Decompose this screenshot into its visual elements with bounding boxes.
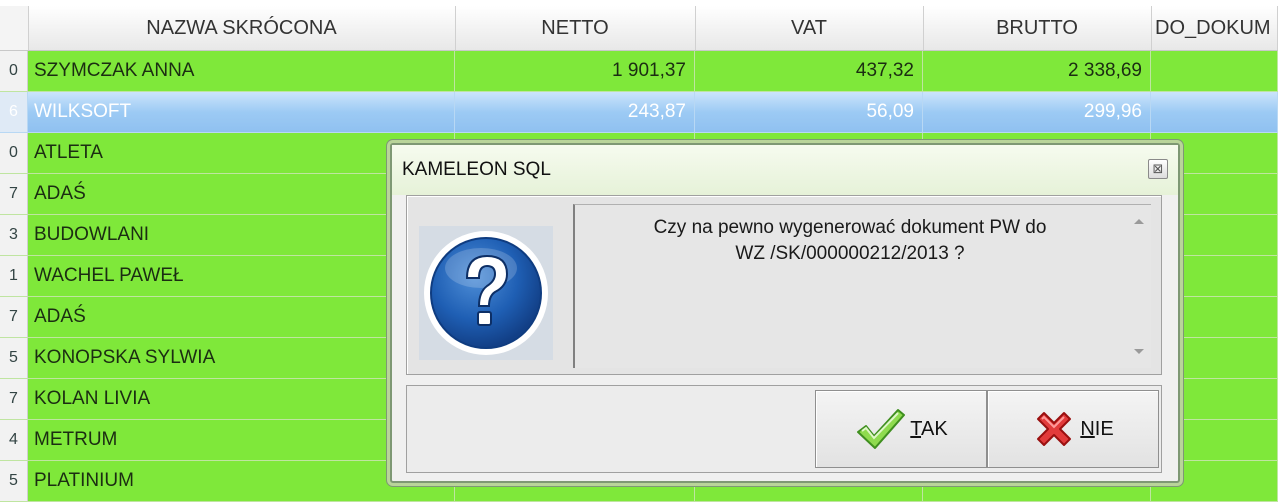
header-do-dokum[interactable]: DO_DOKUM	[1151, 6, 1278, 50]
no-button[interactable]: NIE	[987, 390, 1159, 468]
question-icon	[419, 226, 553, 360]
cell-do-dokum[interactable]	[1151, 92, 1278, 133]
header-vat[interactable]: VAT	[695, 6, 924, 50]
cell-do-dokum[interactable]	[1151, 51, 1278, 92]
grid-header: NAZWA SKRÓCONA NETTO VAT BRUTTO DO_DOKUM	[0, 6, 1278, 51]
scroll-down-icon[interactable]	[1134, 349, 1144, 354]
close-button[interactable]: ⊠	[1148, 159, 1168, 179]
row-indicator[interactable]: 6	[0, 92, 28, 133]
row-indicator[interactable]: 4	[0, 420, 28, 461]
cell-vat[interactable]: 437,32	[695, 51, 923, 92]
no-button-label: NIE	[1080, 417, 1114, 440]
row-indicator[interactable]: 7	[0, 297, 28, 338]
yes-button[interactable]: TAK	[815, 390, 987, 468]
message-line-2: WZ /SK/000000212/2013 ?	[735, 243, 965, 264]
cell-brutto[interactable]: 2 338,69	[923, 51, 1151, 92]
yes-button-label: TAK	[910, 417, 948, 440]
row-indicator[interactable]: 7	[0, 174, 28, 215]
message-text: Czy na pewno wygenerować dokument PW do …	[575, 215, 1125, 267]
confirm-dialog: KAMELEON SQL ⊠ Czy na pewno wygenerować …	[390, 143, 1180, 483]
cell-brutto[interactable]: 299,96	[923, 92, 1151, 133]
cell-netto[interactable]: 243,87	[455, 92, 695, 133]
cell-name[interactable]: WILKSOFT	[28, 92, 455, 133]
cross-icon	[1037, 412, 1072, 446]
table-row[interactable]: 6 WILKSOFT 243,87 56,09 299,96	[0, 92, 1278, 133]
cell-netto[interactable]: 1 901,37	[455, 51, 695, 92]
header-indicator	[0, 6, 29, 50]
scroll-up-icon[interactable]	[1134, 219, 1144, 224]
dialog-titlebar[interactable]: KAMELEON SQL ⊠	[392, 145, 1178, 195]
cell-vat[interactable]: 56,09	[695, 92, 923, 133]
row-indicator[interactable]: 0	[0, 133, 28, 174]
row-indicator[interactable]: 0	[0, 51, 28, 92]
message-scrollbar[interactable]	[1129, 205, 1151, 368]
row-indicator[interactable]: 7	[0, 379, 28, 420]
row-indicator[interactable]: 3	[0, 215, 28, 256]
close-icon: ⊠	[1152, 161, 1164, 176]
table-row[interactable]: 0 SZYMCZAK ANNA 1 901,37 437,32 2 338,69	[0, 51, 1278, 92]
message-box[interactable]: Czy na pewno wygenerować dokument PW do …	[573, 204, 1151, 368]
header-brutto[interactable]: BRUTTO	[923, 6, 1152, 50]
row-indicator[interactable]: 5	[0, 461, 28, 502]
dialog-title: KAMELEON SQL	[402, 159, 551, 180]
row-indicator[interactable]: 1	[0, 256, 28, 297]
checkmark-icon	[857, 409, 906, 449]
header-netto[interactable]: NETTO	[455, 6, 696, 50]
dialog-content: Czy na pewno wygenerować dokument PW do …	[406, 195, 1162, 375]
message-line-1: Czy na pewno wygenerować dokument PW do	[653, 217, 1047, 238]
dialog-button-bar: TAK NIE	[406, 385, 1162, 473]
cell-name[interactable]: SZYMCZAK ANNA	[28, 51, 455, 92]
header-name[interactable]: NAZWA SKRÓCONA	[28, 6, 456, 50]
row-indicator[interactable]: 5	[0, 338, 28, 379]
